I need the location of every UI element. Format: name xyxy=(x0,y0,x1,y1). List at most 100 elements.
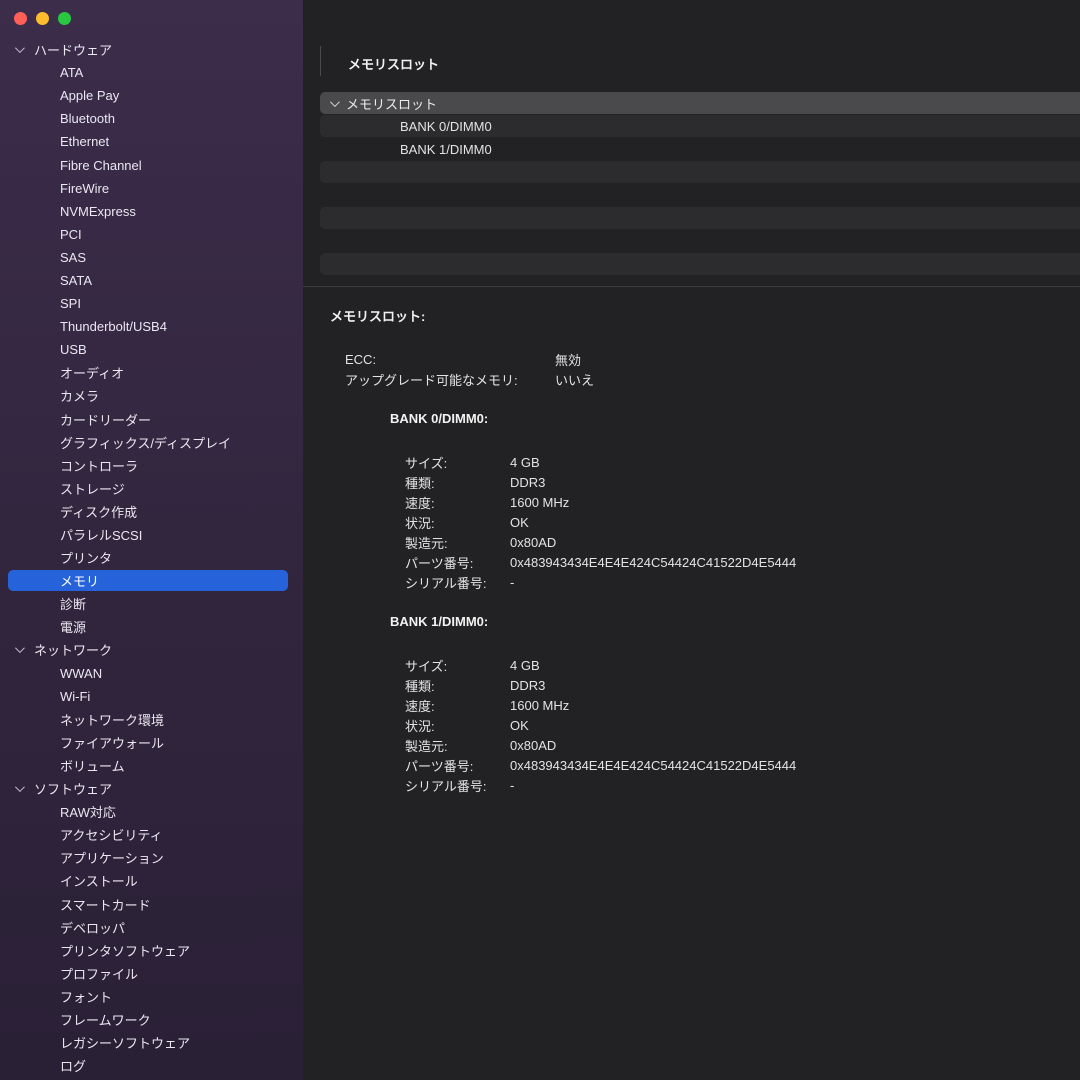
detail-value: - xyxy=(510,575,514,590)
detail-row-part-number: パーツ番号:0x483943434E4E4E424C54424C41522D4E… xyxy=(303,755,1080,775)
sidebar-item-frameworks[interactable]: フレームワーク xyxy=(0,1008,303,1031)
sidebar-item-developer[interactable]: デベロッパ xyxy=(0,916,303,939)
detail-label: サイズ: xyxy=(405,453,510,472)
toolbar-divider xyxy=(320,46,321,76)
window-controls xyxy=(14,12,71,25)
main-content: メモリスロット メモリスロット BANK 0/DIMM0 BANK 1/DIMM… xyxy=(303,0,1080,1080)
table-row-bank1[interactable]: BANK 1/DIMM0 xyxy=(320,138,1080,160)
sidebar-item-parallel-scsi[interactable]: パラレルSCSI xyxy=(0,523,303,546)
sidebar-section-hardware[interactable]: ハードウェア xyxy=(0,38,303,61)
detail-label: 状況: xyxy=(405,716,510,735)
detail-value: OK xyxy=(510,515,529,530)
detail-row-size: サイズ:4 GB xyxy=(303,655,1080,675)
detail-value: OK xyxy=(510,718,529,733)
pane-divider xyxy=(303,286,1080,287)
detail-row-manufacturer: 製造元:0x80AD xyxy=(303,532,1080,552)
detail-value: 0x80AD xyxy=(510,535,556,550)
sidebar-item-camera[interactable]: カメラ xyxy=(0,384,303,407)
minimize-button[interactable] xyxy=(36,12,49,25)
sidebar-item-firewire[interactable]: FireWire xyxy=(0,177,303,200)
sidebar-item-locations[interactable]: ネットワーク環境 xyxy=(0,708,303,731)
sidebar-item-sata[interactable]: SATA xyxy=(0,269,303,292)
sidebar-item-fibre-channel[interactable]: Fibre Channel xyxy=(0,153,303,176)
sidebar-item-thunderbolt-usb4[interactable]: Thunderbolt/USB4 xyxy=(0,315,303,338)
detail-row-ecc: ECC: 無効 xyxy=(303,349,1080,369)
sidebar-item-apple-pay[interactable]: Apple Pay xyxy=(0,84,303,107)
detail-row-status: 状況:OK xyxy=(303,715,1080,735)
table-group-label: メモリスロット xyxy=(346,94,437,113)
sidebar-item-accessibility[interactable]: アクセシビリティ xyxy=(0,823,303,846)
sidebar-item-power[interactable]: 電源 xyxy=(0,615,303,638)
detail-label: 速度: xyxy=(405,696,510,715)
detail-value: 1600 MHz xyxy=(510,698,569,713)
detail-value: 4 GB xyxy=(510,658,540,673)
sidebar-item-nvmexpress[interactable]: NVMExpress xyxy=(0,200,303,223)
table-cell: BANK 0/DIMM0 xyxy=(400,119,492,134)
sidebar-item-spi[interactable]: SPI xyxy=(0,292,303,315)
detail-label: シリアル番号: xyxy=(405,573,510,592)
detail-label: パーツ番号: xyxy=(405,553,510,572)
chevron-down-icon xyxy=(15,782,25,792)
detail-row-size: サイズ:4 GB xyxy=(303,452,1080,472)
sidebar-item-smart-cards[interactable]: スマートカード xyxy=(0,892,303,915)
sidebar: ハードウェア ATA Apple Pay Bluetooth Ethernet … xyxy=(0,0,303,1080)
sidebar-item-disc-burning[interactable]: ディスク作成 xyxy=(0,500,303,523)
chevron-down-icon xyxy=(330,97,340,107)
sidebar-item-card-reader[interactable]: カードリーダー xyxy=(0,408,303,431)
detail-label: アップグレード可能なメモリ: xyxy=(345,370,555,389)
sidebar-item-wifi[interactable]: Wi-Fi xyxy=(0,685,303,708)
detail-label: ECC: xyxy=(345,352,555,367)
detail-row-speed: 速度:1600 MHz xyxy=(303,492,1080,512)
sidebar-item-storage[interactable]: ストレージ xyxy=(0,477,303,500)
detail-label: サイズ: xyxy=(405,656,510,675)
sidebar-item-sas[interactable]: SAS xyxy=(0,246,303,269)
detail-row-upgradeable: アップグレード可能なメモリ: いいえ xyxy=(303,369,1080,389)
table-row-empty xyxy=(320,253,1080,275)
sidebar-item-bluetooth[interactable]: Bluetooth xyxy=(0,107,303,130)
sidebar-item-raw-support[interactable]: RAW対応 xyxy=(0,800,303,823)
sidebar-item-audio[interactable]: オーディオ xyxy=(0,361,303,384)
zoom-button[interactable] xyxy=(58,12,71,25)
sidebar-item-graphics-displays[interactable]: グラフィックス/ディスプレイ xyxy=(0,431,303,454)
sidebar-item-ata[interactable]: ATA xyxy=(0,61,303,84)
sidebar-item-fonts[interactable]: フォント xyxy=(0,985,303,1008)
close-button[interactable] xyxy=(14,12,27,25)
detail-label: 状況: xyxy=(405,513,510,532)
sidebar-section-label: ハードウェア xyxy=(34,40,112,59)
sidebar-item-pci[interactable]: PCI xyxy=(0,223,303,246)
sidebar-item-applications[interactable]: アプリケーション xyxy=(0,846,303,869)
detail-value: 0x483943434E4E4E424C54424C41522D4E5444 xyxy=(510,555,796,570)
sidebar-item-printers[interactable]: プリンタ xyxy=(0,546,303,569)
chevron-down-icon xyxy=(15,43,25,53)
sidebar-item-controller[interactable]: コントローラ xyxy=(0,454,303,477)
sidebar-item-wwan[interactable]: WWAN xyxy=(0,662,303,685)
bank1-heading: BANK 1/DIMM0: xyxy=(303,614,1080,634)
sidebar-item-logs[interactable]: ログ xyxy=(0,1054,303,1077)
sidebar-item-volumes[interactable]: ボリューム xyxy=(0,754,303,777)
detail-value: 1600 MHz xyxy=(510,495,569,510)
detail-value: DDR3 xyxy=(510,678,545,693)
sidebar-item-printer-software[interactable]: プリンタソフトウェア xyxy=(0,939,303,962)
detail-label: 速度: xyxy=(405,493,510,512)
sidebar-item-firewall[interactable]: ファイアウォール xyxy=(0,731,303,754)
sidebar-item-legacy-software[interactable]: レガシーソフトウェア xyxy=(0,1031,303,1054)
table-row-empty xyxy=(320,230,1080,252)
detail-row-speed: 速度:1600 MHz xyxy=(303,695,1080,715)
detail-value: - xyxy=(510,778,514,793)
sidebar-section-network[interactable]: ネットワーク xyxy=(0,638,303,661)
table-row-bank0[interactable]: BANK 0/DIMM0 xyxy=(320,115,1080,137)
sidebar-item-profiles[interactable]: プロファイル xyxy=(0,962,303,985)
sidebar-section-software[interactable]: ソフトウェア xyxy=(0,777,303,800)
detail-value: DDR3 xyxy=(510,475,545,490)
detail-row-manufacturer: 製造元:0x80AD xyxy=(303,735,1080,755)
sidebar-item-diagnostics[interactable]: 診断 xyxy=(0,592,303,615)
sidebar-item-memory[interactable]: メモリ xyxy=(0,569,303,592)
sidebar-item-usb[interactable]: USB xyxy=(0,338,303,361)
table-group-row[interactable]: メモリスロット xyxy=(320,92,1080,114)
detail-label: 種類: xyxy=(405,676,510,695)
bank0-heading: BANK 0/DIMM0: xyxy=(303,411,1080,431)
detail-row-status: 状況:OK xyxy=(303,512,1080,532)
bank1-details: BANK 1/DIMM0: サイズ:4 GB 種類:DDR3 速度:1600 M… xyxy=(303,614,1080,795)
sidebar-item-ethernet[interactable]: Ethernet xyxy=(0,130,303,153)
sidebar-item-installations[interactable]: インストール xyxy=(0,869,303,892)
